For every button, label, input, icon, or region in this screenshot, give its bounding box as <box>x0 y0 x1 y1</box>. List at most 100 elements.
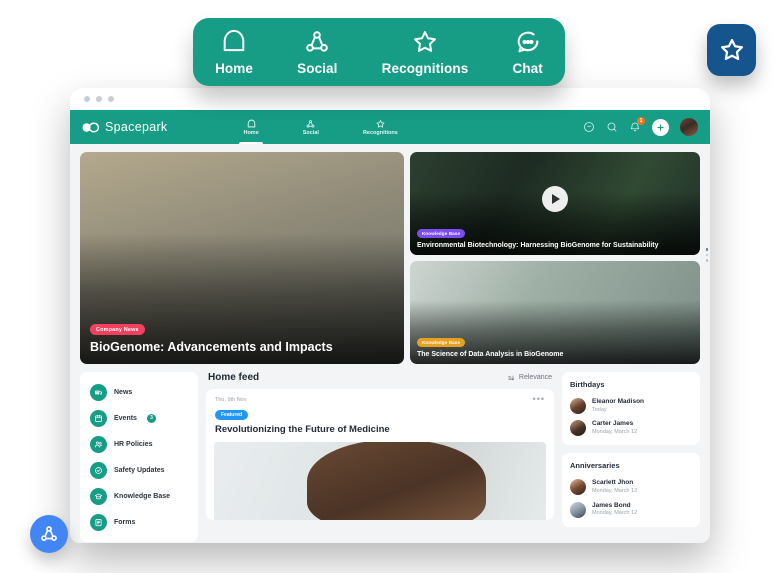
floating-nav-label: Chat <box>512 61 543 76</box>
header-tabs: Home Social Recognitions <box>239 110 401 144</box>
avatar <box>570 501 586 518</box>
window-dot-minimize[interactable] <box>96 96 102 102</box>
sidebar: News Events 3 HR Policies Safety Updates… <box>80 372 198 542</box>
sidebar-item-label: Knowledge Base <box>114 492 171 500</box>
brand-name: Spacepark <box>105 120 168 134</box>
floating-social-badge[interactable] <box>30 515 68 553</box>
play-icon[interactable] <box>542 186 568 213</box>
tab-home[interactable]: Home <box>239 110 264 144</box>
chat-bubble-icon <box>517 31 539 53</box>
hero-video-card[interactable]: Knowledge Base Environmental Biotechnolo… <box>410 152 700 255</box>
hero-main-badge: Company News <box>90 324 145 336</box>
floating-nav-label: Home <box>215 61 253 76</box>
post-title: Revolutionizing the Future of Medicine <box>215 424 390 435</box>
spacepark-logo-icon <box>82 122 99 132</box>
person-date: Monday, March 12 <box>592 488 638 495</box>
floating-nav-bar: Home Social Recognitions Chat <box>193 18 565 86</box>
tab-label: Social <box>302 129 319 136</box>
window-chrome <box>70 88 710 110</box>
feed-header: Home feed Relevance <box>206 372 554 383</box>
floating-star-badge[interactable] <box>707 24 756 76</box>
sidebar-item-events[interactable]: Events 3 <box>84 405 194 431</box>
person-name: Scarlett Jhon <box>592 479 634 487</box>
floating-nav-item-home[interactable]: Home <box>215 28 253 76</box>
news-icon <box>90 383 107 401</box>
header-actions: 1 <box>583 117 698 136</box>
hero-main-card[interactable]: Company News BioGenome: Advancements and… <box>80 152 404 364</box>
calendar-icon <box>90 409 107 427</box>
panel-title: Birthdays <box>570 380 605 389</box>
help-circle-icon[interactable] <box>583 121 595 133</box>
bell-badge-count: 1 <box>637 117 645 125</box>
tab-label: Home <box>243 129 259 136</box>
hero-article-badge: Knowledge Base <box>417 337 466 347</box>
social-network-icon <box>306 31 329 52</box>
tab-social[interactable]: Social <box>299 110 323 144</box>
search-icon[interactable] <box>606 121 618 133</box>
sidebar-item-label: News <box>114 388 133 396</box>
lower-content: News Events 3 HR Policies Safety Updates… <box>80 372 700 542</box>
list-item[interactable]: Scarlett Jhon Monday, March 12 <box>570 476 692 498</box>
avatar[interactable] <box>680 118 698 136</box>
floating-nav-item-social[interactable]: Social <box>297 28 337 76</box>
hero-article-card[interactable]: Knowledge Base The Science of Data Analy… <box>410 261 700 364</box>
sidebar-item-hr-policies[interactable]: HR Policies <box>84 431 194 457</box>
graduation-cap-icon <box>90 487 107 505</box>
list-item[interactable]: Carter James Monday, March 12 <box>570 417 692 439</box>
avatar <box>570 398 586 415</box>
panel-title: Anniversaries <box>570 461 620 471</box>
feed-title: Home feed <box>208 372 260 383</box>
star-icon <box>376 119 385 128</box>
app-page: Company News BioGenome: Advancements and… <box>70 144 710 543</box>
feed-sort-control[interactable]: Relevance <box>507 374 552 382</box>
hero-carousel: Company News BioGenome: Advancements and… <box>80 152 708 364</box>
add-button[interactable] <box>652 118 669 136</box>
carousel-pagination[interactable] <box>705 248 708 262</box>
bell-icon[interactable]: 1 <box>629 117 645 133</box>
home-icon <box>247 119 255 127</box>
window-dot-close[interactable] <box>84 96 90 102</box>
person-name: Eleanor Madison <box>592 398 645 405</box>
plus-icon <box>657 123 664 131</box>
floating-nav-item-recognitions[interactable]: Recognitions <box>382 28 469 76</box>
list-item[interactable]: Eleanor Madison Today <box>570 395 692 417</box>
sort-icon <box>508 375 515 380</box>
sidebar-item-count: 3 <box>146 413 156 423</box>
sidebar-item-safety-updates[interactable]: Safety Updates <box>84 457 194 483</box>
avatar <box>570 479 586 496</box>
form-document-icon <box>90 513 107 531</box>
sidebar-item-label: Events <box>114 414 137 422</box>
person-date: Today <box>592 406 607 413</box>
home-feed: Home feed Relevance Thu, 9th Nov ••• Fea… <box>206 372 554 542</box>
sidebar-item-label: HR Policies <box>114 440 153 448</box>
floating-nav-item-chat[interactable]: Chat <box>512 28 543 76</box>
sidebar-item-label: Forms <box>114 518 136 526</box>
feed-sort-label: Relevance <box>518 374 552 381</box>
hero-main-meta: Company News BioGenome: Advancements and… <box>90 318 394 356</box>
floating-nav-label: Social <box>297 61 338 76</box>
sidebar-item-news[interactable]: News <box>84 379 194 405</box>
more-horizontal-icon[interactable]: ••• <box>533 394 545 404</box>
hero-side-column: Knowledge Base Environmental Biotechnolo… <box>410 152 700 364</box>
post-date: Thu, 9th Nov <box>215 397 247 403</box>
star-icon <box>720 38 743 61</box>
sidebar-card: News Events 3 HR Policies Safety Updates… <box>80 372 198 542</box>
sidebar-item-forms[interactable]: Forms <box>84 509 194 535</box>
hero-video-title: Environmental Biotechnology: Harnessing … <box>417 241 659 249</box>
brand-logo[interactable]: Spacepark <box>82 120 167 134</box>
app-header: Spacepark Home Social Recognitions 1 <box>70 110 710 144</box>
window-dot-maximize[interactable] <box>108 96 114 102</box>
list-item[interactable]: James Bond Monday, March 12 <box>570 499 692 521</box>
anniversaries-panel: Anniversaries Scarlett Jhon Monday, Marc… <box>562 453 700 527</box>
feed-post[interactable]: Thu, 9th Nov ••• Featured Revolutionizin… <box>206 389 554 520</box>
sidebar-item-label: Safety Updates <box>114 466 165 474</box>
hero-video-badge: Knowledge Base <box>417 228 466 238</box>
star-icon <box>414 31 436 52</box>
tab-recognitions[interactable]: Recognitions <box>359 110 402 144</box>
hero-video-meta: Knowledge Base Environmental Biotechnolo… <box>417 222 693 250</box>
sidebar-item-knowledge-base[interactable]: Knowledge Base <box>84 483 194 509</box>
screenshot-stage: Home Social Recognitions Chat Spacepark … <box>0 0 778 573</box>
avatar <box>570 420 586 437</box>
person-name: Carter James <box>592 420 634 428</box>
tab-label: Recognitions <box>362 129 398 136</box>
